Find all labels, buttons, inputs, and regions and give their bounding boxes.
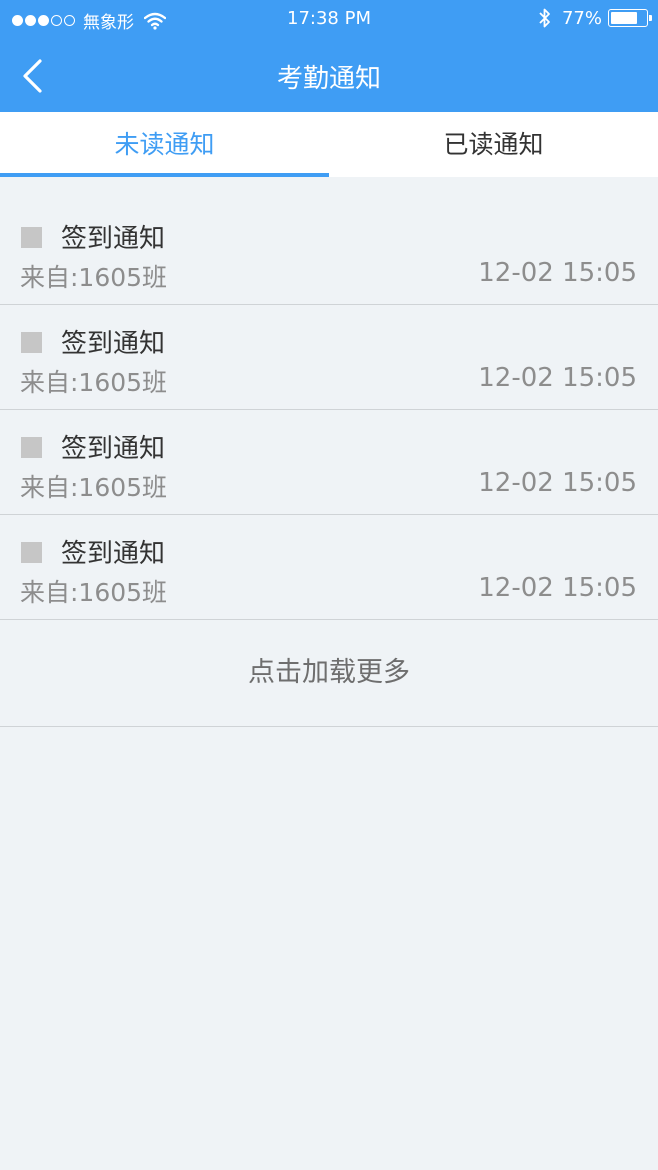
tab-label: 未读通知 [114,130,215,159]
notification-time: 12-02 15:05 [478,573,637,603]
unread-marker-icon [21,332,42,353]
nav-bar: 考勤通知 [0,38,658,112]
notification-time: 12-02 15:05 [478,468,637,498]
notification-time: 12-02 15:05 [478,258,637,288]
status-bar: 無象形 17:38 PM 77% [0,0,658,38]
unread-marker-icon [21,227,42,248]
notification-title: 签到通知 [61,224,166,254]
battery-icon [608,9,652,27]
battery-level [611,12,638,24]
notification-item[interactable]: 签到通知 来自:1605班 12-02 15:05 [0,410,658,515]
notification-item[interactable]: 签到通知 来自:1605班 12-02 15:05 [0,515,658,620]
page-title: 考勤通知 [276,64,381,94]
notification-item[interactable]: 签到通知 来自:1605班 12-02 15:05 [0,305,658,410]
tab-unread[interactable]: 未读通知 [0,112,329,177]
unread-marker-icon [21,542,42,563]
notification-title: 签到通知 [61,434,166,464]
notification-title: 签到通知 [61,329,166,359]
screen: 無象形 17:38 PM 77% 考勤通知 未读通知 已读通知 签到通知 来自:… [0,0,658,1170]
bluetooth-icon [539,8,550,28]
status-right: 77% [538,7,652,29]
battery-tip [649,15,652,21]
tab-active-indicator [0,173,329,177]
unread-marker-icon [21,437,42,458]
load-more-button[interactable]: 点击加载更多 [0,621,658,727]
notification-source: 来自:1605班 [20,368,168,397]
notification-source: 来自:1605班 [20,263,168,292]
battery-percent: 77% [561,7,602,29]
notification-source: 来自:1605班 [20,578,168,607]
tab-label: 已读通知 [443,130,544,159]
notification-title: 签到通知 [61,539,166,569]
notification-time: 12-02 15:05 [478,363,637,393]
notification-source: 来自:1605班 [20,473,168,502]
notification-list: 签到通知 来自:1605班 12-02 15:05 签到通知 来自:1605班 … [0,200,658,620]
tab-bar: 未读通知 已读通知 [0,112,658,177]
notification-item[interactable]: 签到通知 来自:1605班 12-02 15:05 [0,200,658,305]
tab-read[interactable]: 已读通知 [329,112,658,177]
